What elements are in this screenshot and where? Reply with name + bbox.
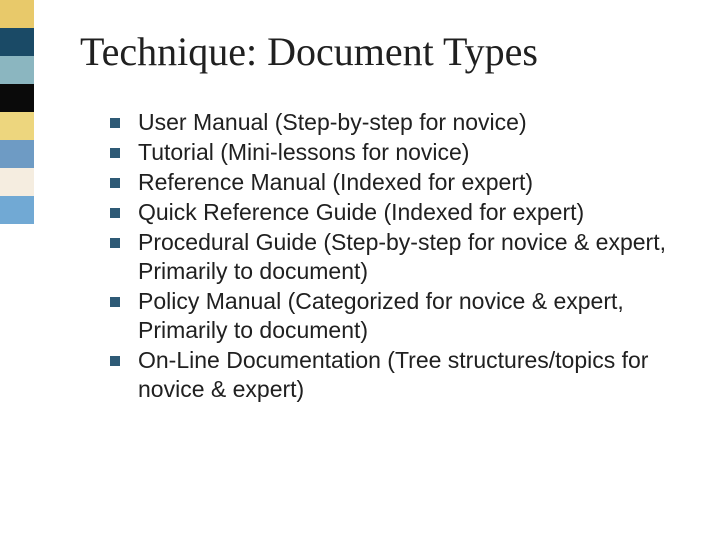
list-item-text: User Manual (Step-by-step for novice): [138, 109, 527, 135]
square-bullet-icon: [110, 356, 120, 366]
list-item: Policy Manual (Categorized for novice & …: [110, 287, 690, 345]
sidebar-block: [0, 112, 34, 140]
sidebar-block: [0, 56, 34, 84]
list-item: Quick Reference Guide (Indexed for exper…: [110, 198, 690, 227]
list-item: Tutorial (Mini-lessons for novice): [110, 138, 690, 167]
sidebar-block: [0, 0, 34, 28]
list-item-text: Policy Manual (Categorized for novice & …: [138, 288, 624, 343]
sidebar-block: [0, 196, 34, 224]
sidebar-block: [0, 84, 34, 112]
sidebar-block: [0, 168, 34, 196]
sidebar-block: [0, 140, 34, 168]
list-item: Reference Manual (Indexed for expert): [110, 168, 690, 197]
list-item-text: Procedural Guide (Step-by-step for novic…: [138, 229, 666, 284]
sidebar-graphic: [0, 0, 34, 224]
square-bullet-icon: [110, 208, 120, 218]
bullet-list: User Manual (Step-by-step for novice) Tu…: [110, 108, 690, 405]
square-bullet-icon: [110, 238, 120, 248]
list-item: User Manual (Step-by-step for novice): [110, 108, 690, 137]
sidebar-block: [0, 28, 34, 56]
list-item: Procedural Guide (Step-by-step for novic…: [110, 228, 690, 286]
list-item-text: Tutorial (Mini-lessons for novice): [138, 139, 469, 165]
slide-title: Technique: Document Types: [80, 28, 538, 75]
square-bullet-icon: [110, 178, 120, 188]
list-item-text: On-Line Documentation (Tree structures/t…: [138, 347, 648, 402]
square-bullet-icon: [110, 118, 120, 128]
list-item-text: Reference Manual (Indexed for expert): [138, 169, 533, 195]
list-item: On-Line Documentation (Tree structures/t…: [110, 346, 690, 404]
square-bullet-icon: [110, 297, 120, 307]
square-bullet-icon: [110, 148, 120, 158]
list-item-text: Quick Reference Guide (Indexed for exper…: [138, 199, 584, 225]
